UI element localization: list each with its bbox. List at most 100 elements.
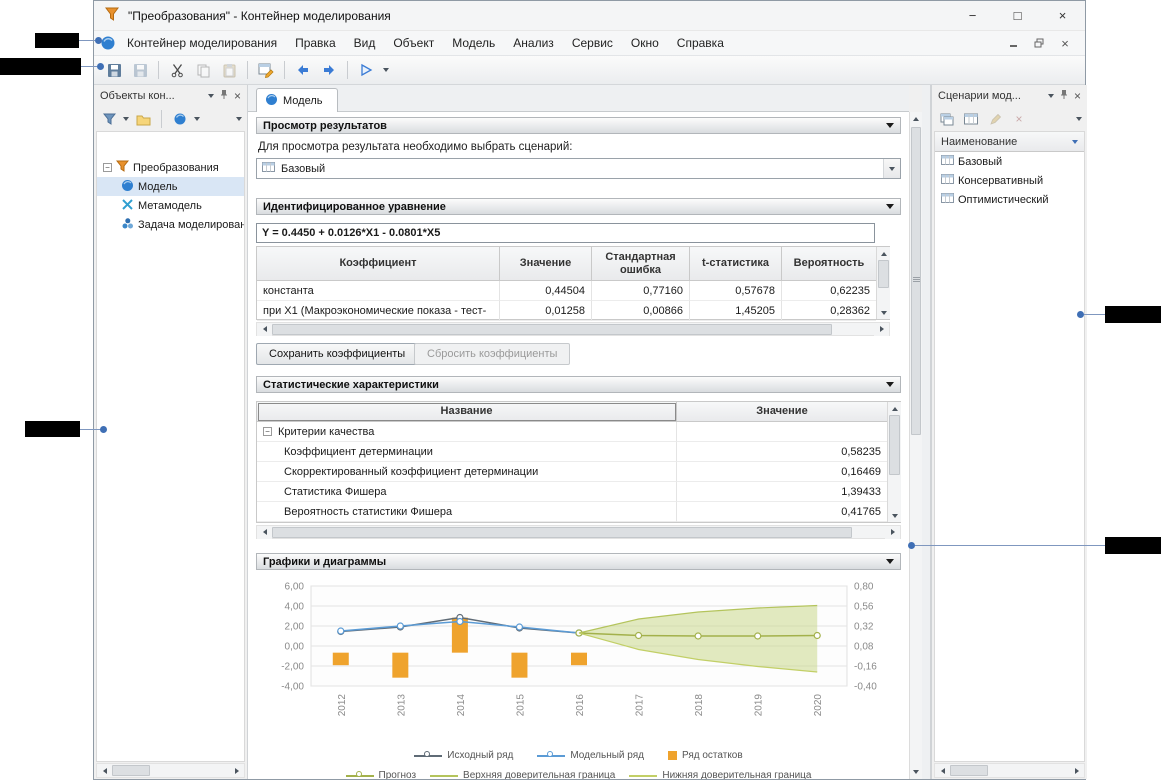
col-std-error[interactable]: Стандартная ошибка: [592, 247, 690, 281]
stats-table-vscrollbar[interactable]: [887, 402, 901, 522]
toolbar-overflow-icon[interactable]: [1076, 117, 1082, 121]
menu-service[interactable]: Сервис: [563, 36, 622, 50]
collapse-section-icon[interactable]: [886, 204, 894, 209]
save-button[interactable]: [102, 59, 126, 82]
menu-help[interactable]: Справка: [668, 36, 733, 50]
col-coefficient[interactable]: Коэффициент: [257, 247, 500, 281]
panel-dropdown-icon[interactable]: [208, 94, 214, 98]
edit-params-button[interactable]: [254, 59, 278, 82]
mdi-minimize-icon[interactable]: [1003, 35, 1023, 51]
table-row[interactable]: Вероятность статистики Фишера 0,41765: [257, 502, 887, 522]
section-equation-header[interactable]: Идентифицированное уравнение: [256, 198, 901, 215]
minimize-button[interactable]: −: [950, 1, 995, 30]
scroll-down-icon[interactable]: [888, 509, 901, 522]
container-sphere-icon[interactable]: [170, 109, 190, 129]
stats-table-hscrollbar[interactable]: [256, 525, 901, 539]
cut-button[interactable]: [165, 59, 189, 82]
scroll-up-icon[interactable]: [877, 247, 890, 260]
run-button[interactable]: [354, 59, 378, 82]
toolbar-overflow-icon[interactable]: [236, 117, 242, 121]
back-button[interactable]: [291, 59, 315, 82]
scenario-combobox[interactable]: Базовый: [256, 158, 901, 179]
scroll-right-icon[interactable]: [885, 526, 900, 539]
collapse-section-icon[interactable]: [886, 559, 894, 564]
scroll-left-icon[interactable]: [97, 764, 112, 777]
scroll-thumb[interactable]: [911, 127, 921, 435]
section-stats-header[interactable]: Статистические характеристики: [256, 376, 901, 393]
menu-edit[interactable]: Правка: [286, 36, 345, 50]
forward-button[interactable]: [317, 59, 341, 82]
scroll-thumb[interactable]: [272, 527, 852, 538]
table-row[interactable]: Статистика Фишера 1,39433: [257, 482, 887, 502]
scroll-thumb[interactable]: [112, 765, 150, 776]
scroll-thumb[interactable]: [878, 260, 889, 288]
panel-splitter[interactable]: [922, 85, 931, 779]
scroll-thumb[interactable]: [950, 765, 988, 776]
panel-close-icon[interactable]: ×: [234, 89, 241, 103]
section-results-header[interactable]: Просмотр результатов: [256, 117, 901, 134]
filter-icon[interactable]: [99, 109, 119, 129]
container-dropdown-icon[interactable]: [194, 117, 200, 121]
col-value[interactable]: Значение: [500, 247, 592, 281]
content-vscrollbar[interactable]: [909, 112, 922, 779]
table-row[interactable]: константа 0,44504 0,77160 0,57678 0,6223…: [257, 281, 876, 301]
col-probability[interactable]: Вероятность: [782, 247, 876, 281]
table-row[interactable]: Скорректированный коэффициент детерминац…: [257, 462, 887, 482]
scroll-up-icon[interactable]: [888, 402, 901, 415]
tab-model[interactable]: Модель: [256, 88, 338, 112]
menu-model[interactable]: Модель: [443, 36, 504, 50]
equation-table-hscrollbar[interactable]: [256, 322, 890, 336]
panel-close-icon[interactable]: ×: [1074, 89, 1081, 103]
collapse-icon[interactable]: −: [263, 427, 272, 436]
scenario-item-base[interactable]: Базовый: [935, 152, 1084, 171]
equation-formula[interactable]: Y = 0.4450 + 0.0126*X1 - 0.0801*X5: [256, 223, 875, 243]
panel-dropdown-icon[interactable]: [1048, 94, 1054, 98]
scroll-left-icon[interactable]: [257, 323, 272, 336]
tree-item-modeling-task[interactable]: Задача моделирован: [97, 215, 244, 234]
scenario-item-conservative[interactable]: Консервативный: [935, 171, 1084, 190]
folder-icon[interactable]: [133, 109, 153, 129]
scroll-thumb[interactable]: [889, 415, 900, 475]
scroll-right-icon[interactable]: [874, 323, 889, 336]
scenarios-panel-hscrollbar[interactable]: [934, 763, 1085, 778]
mdi-close-icon[interactable]: ×: [1055, 35, 1075, 51]
scenario-table-icon[interactable]: [961, 109, 981, 129]
mdi-restore-icon[interactable]: [1029, 35, 1049, 51]
scroll-right-icon[interactable]: [1069, 764, 1084, 777]
col-t-stat[interactable]: t-статистика: [690, 247, 782, 281]
table-row[interactable]: при X1 (Макроэкономические показа - тест…: [257, 301, 876, 321]
maximize-button[interactable]: □: [995, 1, 1040, 30]
app-sphere-icon[interactable]: [98, 33, 118, 53]
collapse-section-icon[interactable]: [886, 382, 894, 387]
menu-container[interactable]: Контейнер моделирования: [118, 36, 286, 50]
close-button[interactable]: ×: [1040, 1, 1085, 30]
scroll-up-icon[interactable]: [910, 112, 922, 125]
scroll-right-icon[interactable]: [229, 764, 244, 777]
equation-table-vscrollbar[interactable]: [876, 247, 890, 319]
scroll-left-icon[interactable]: [935, 764, 950, 777]
section-charts-header[interactable]: Графики и диаграммы: [256, 553, 901, 570]
objects-panel-hscrollbar[interactable]: [96, 763, 245, 778]
copy-scenario-icon[interactable]: [937, 109, 957, 129]
pin-icon[interactable]: [219, 89, 229, 103]
scenario-item-optimistic[interactable]: Оптимистический: [935, 190, 1084, 209]
col-value[interactable]: Значение: [677, 402, 887, 422]
scroll-thumb[interactable]: [272, 324, 832, 335]
scroll-down-icon[interactable]: [910, 765, 922, 778]
table-group-row[interactable]: −Критерии качества: [257, 422, 887, 442]
menu-analysis[interactable]: Анализ: [504, 36, 563, 50]
pin-icon[interactable]: [1059, 89, 1069, 103]
run-dropdown-icon[interactable]: [380, 59, 392, 82]
menu-object[interactable]: Объект: [384, 36, 443, 50]
menu-view[interactable]: Вид: [345, 36, 385, 50]
collapse-icon[interactable]: −: [103, 163, 112, 172]
tree-item-model[interactable]: Модель: [97, 177, 244, 196]
column-filter-icon[interactable]: [1072, 140, 1078, 144]
scenarios-column-header[interactable]: Наименование: [935, 132, 1084, 152]
table-row[interactable]: Коэффициент детерминации 0,58235: [257, 442, 887, 462]
col-name[interactable]: Название: [257, 402, 677, 422]
collapse-section-icon[interactable]: [886, 123, 894, 128]
save-coefficients-button[interactable]: Сохранить коэффициенты: [256, 343, 418, 365]
combobox-dropdown-icon[interactable]: [883, 159, 900, 178]
scroll-left-icon[interactable]: [257, 526, 272, 539]
